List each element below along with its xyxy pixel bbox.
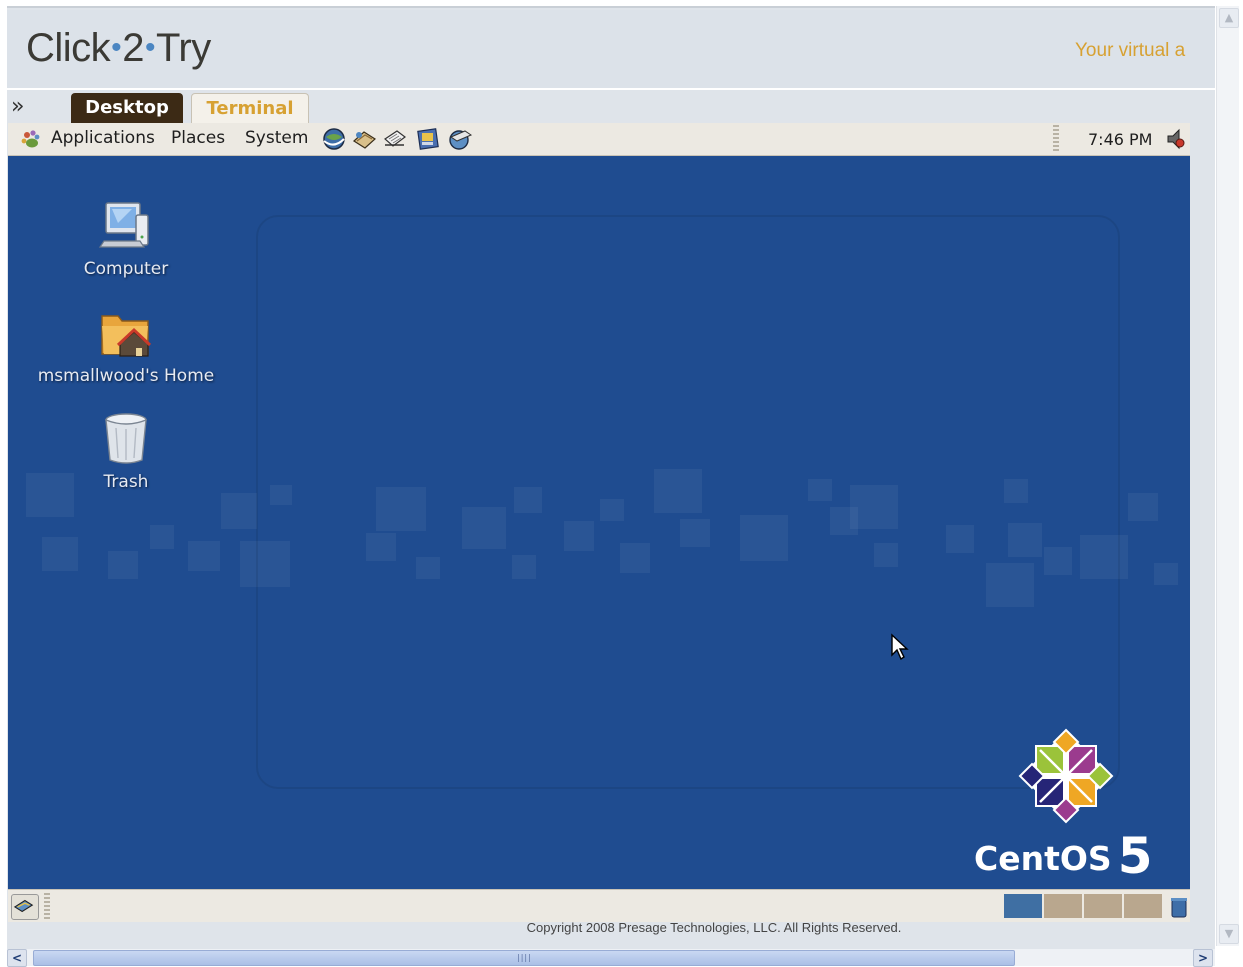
tab-terminal[interactable]: Terminal [191, 93, 309, 123]
logo-word-click: Click [26, 26, 111, 70]
computer-icon [98, 202, 149, 248]
panel-separator [1053, 125, 1059, 153]
scroll-right-arrow-icon[interactable]: > [1193, 949, 1213, 967]
vertical-scrollbar[interactable]: ▲ ▼ [1216, 6, 1239, 946]
remote-desktop[interactable]: Applications Places System 7:46 PM Compu… [8, 123, 1190, 917]
document-icon[interactable] [415, 127, 441, 151]
centos-wordmark: CentOS 5 [974, 827, 1153, 885]
workspace-4[interactable] [1124, 894, 1162, 918]
desktop-icon-label: Computer [83, 259, 169, 279]
panel-clock[interactable]: 7:46 PM [1088, 130, 1152, 149]
site-header: Click•2•Try Your virtual a [7, 10, 1215, 91]
scroll-grip: |||| [517, 953, 532, 962]
network-icon[interactable] [447, 127, 473, 151]
logo-word-2: 2 [122, 26, 144, 70]
header-tagline: Your virtual a [1075, 40, 1186, 61]
workspace-3[interactable] [1084, 894, 1122, 918]
click2try-frame: Click•2•Try Your virtual a » Desktop Ter… [7, 6, 1215, 950]
centos-logo-icon [1018, 728, 1114, 824]
workspace-2[interactable] [1044, 894, 1082, 918]
top-border [7, 6, 1215, 8]
horizontal-scroll-thumb[interactable]: |||| [33, 950, 1015, 966]
scroll-left-arrow-icon[interactable]: < [7, 949, 27, 967]
desktop-icon-label: Trash [103, 472, 149, 492]
logo-dot: • [144, 31, 156, 64]
logo-word-try: Try [155, 26, 211, 70]
centos-name: CentOS [974, 839, 1112, 878]
gnome-top-panel: Applications Places System 7:46 PM [8, 123, 1190, 156]
desktop-icon-label: msmallwood's Home [37, 366, 215, 386]
scroll-up-arrow-icon[interactable]: ▲ [1219, 8, 1239, 28]
volume-icon[interactable] [1164, 127, 1186, 151]
tab-desktop[interactable]: Desktop [71, 93, 183, 123]
wallpaper-frame [256, 215, 1120, 789]
menu-places[interactable]: Places [171, 128, 225, 148]
trash-applet-icon[interactable] [1170, 896, 1188, 918]
home-folder-icon [101, 315, 152, 357]
gnome-foot-icon[interactable] [20, 129, 42, 149]
logo-dot: • [111, 31, 122, 64]
expand-toggle-icon[interactable]: » [11, 94, 25, 119]
panel-handle[interactable] [44, 893, 50, 919]
horizontal-scrollbar[interactable]: < |||| > [7, 949, 1215, 967]
desktop-icon-home[interactable]: msmallwood's Home [26, 304, 226, 386]
show-desktop-icon [13, 899, 34, 913]
email-icon[interactable] [351, 127, 377, 151]
scroll-down-arrow-icon[interactable]: ▼ [1219, 924, 1239, 944]
menu-applications[interactable]: Applications [51, 128, 155, 148]
gnome-bottom-panel [8, 889, 1190, 922]
desktop-icon-computer[interactable]: Computer [26, 197, 226, 279]
copyright-notice: Copyright 2008 Presage Technologies, LLC… [526, 920, 902, 935]
desktop-icon-trash[interactable]: Trash [26, 410, 226, 492]
web-browser-icon[interactable] [321, 127, 347, 151]
trash-icon [105, 413, 147, 464]
session-tab-bar: » Desktop Terminal [7, 90, 1215, 123]
text-editor-icon[interactable] [382, 127, 408, 151]
click2try-logo[interactable]: Click•2•Try [26, 26, 211, 71]
menu-system[interactable]: System [245, 128, 308, 148]
show-desktop-button[interactable] [11, 894, 39, 920]
workspace-1[interactable] [1004, 894, 1042, 918]
centos-version: 5 [1117, 827, 1153, 885]
mouse-pointer-icon [891, 633, 909, 661]
